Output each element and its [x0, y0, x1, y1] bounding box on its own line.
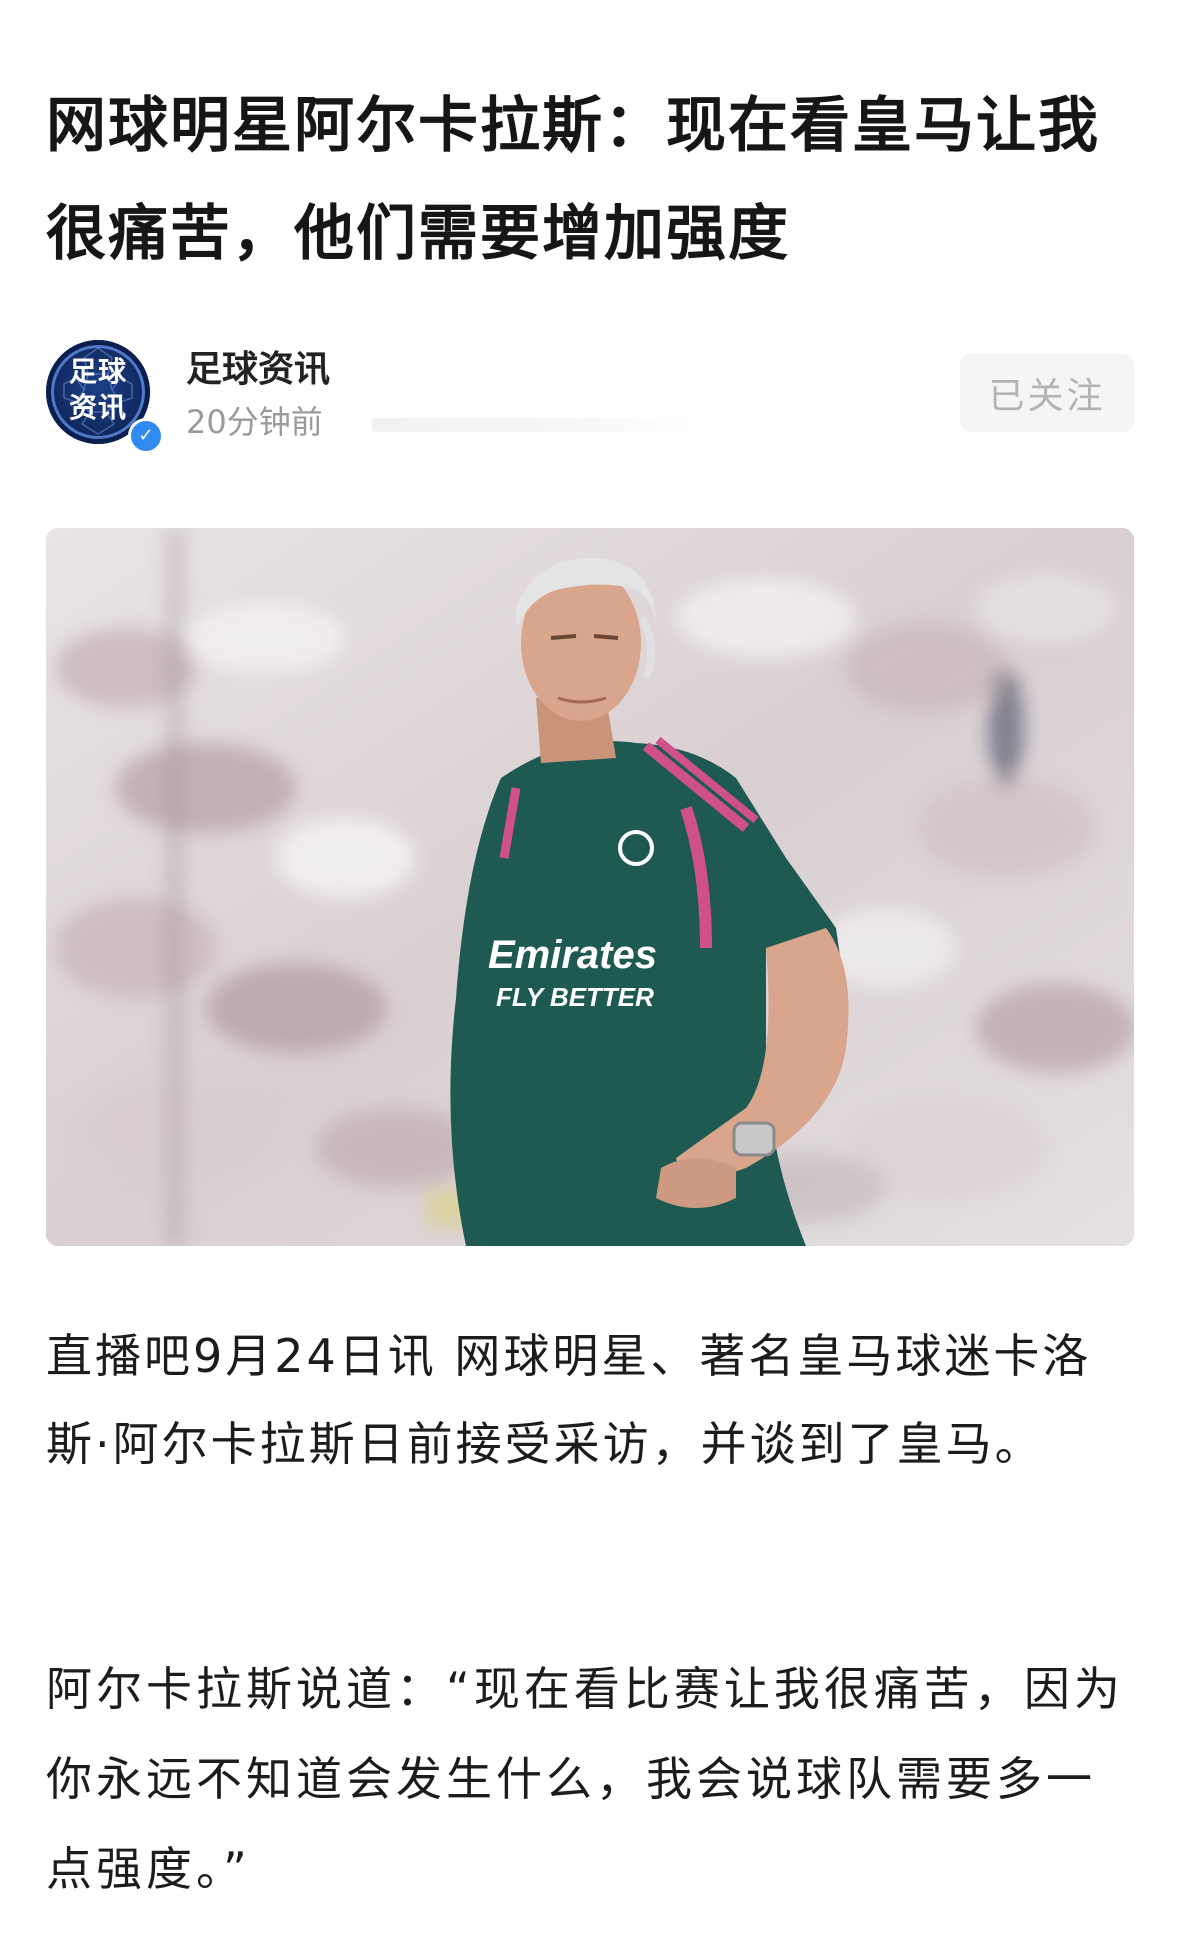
- jersey-sponsor-line2: FLY BETTER: [496, 982, 654, 1012]
- article-paragraph-1: 直播吧9月24日讯 网球明星、著名皇马球迷卡洛斯·阿尔卡拉斯日前接受采访，并谈到…: [46, 1329, 1092, 1471]
- avatar-logo-text: 足球资讯: [68, 355, 127, 424]
- publish-time: 20分钟前: [186, 403, 323, 441]
- verified-check-icon: ✓: [128, 418, 164, 454]
- article-title: 网球明星阿尔卡拉斯：现在看皇马让我很痛苦，他们需要增加强度: [46, 91, 1100, 269]
- follow-button[interactable]: 已关注: [960, 354, 1134, 432]
- author-name[interactable]: 足球资讯: [186, 348, 330, 392]
- jersey-sponsor-line1: Emirates: [488, 933, 657, 977]
- author-row: 足球资讯 ✓ 足球资讯 20分钟前 已关注: [46, 340, 1134, 454]
- article-paragraph-2: 阿尔卡拉斯说道：“现在看比赛让我很痛苦，因为你永远不知道会发生什么，我会说球队需…: [46, 1662, 1124, 1896]
- coach-photo-illustration: Emirates FLY BETTER: [46, 528, 1134, 1246]
- article-photo[interactable]: Emirates FLY BETTER: [46, 528, 1134, 1246]
- meta-placeholder-bar: [372, 418, 692, 432]
